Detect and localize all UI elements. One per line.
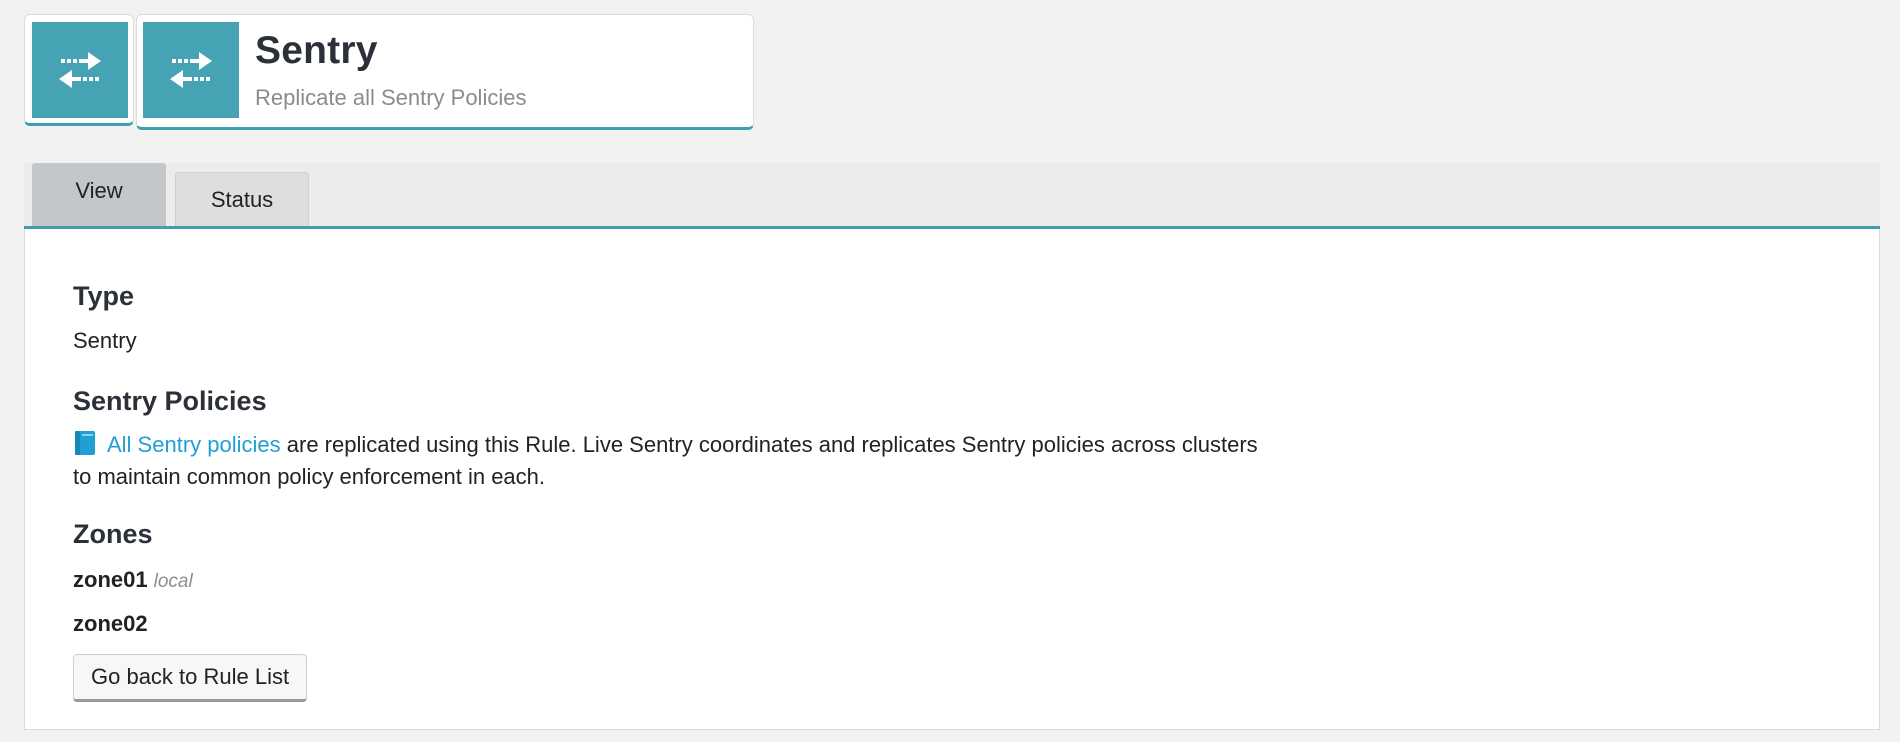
- page-subtitle: Replicate all Sentry Policies: [255, 85, 527, 110]
- zone-name: zone02: [73, 611, 148, 636]
- sentry-policies-heading: Sentry Policies: [73, 386, 267, 416]
- all-sentry-policies-link[interactable]: All Sentry policies: [107, 432, 281, 457]
- transfer-arrows-icon: [32, 22, 128, 118]
- sentry-policies-description: All Sentry policies are replicated using…: [73, 430, 1273, 491]
- page-title: Sentry: [255, 29, 378, 72]
- zone-item: zone02: [73, 611, 148, 637]
- transfer-arrows-icon: [143, 22, 239, 118]
- type-value: Sentry: [73, 328, 137, 353]
- book-icon: [73, 430, 97, 463]
- zones-heading: Zones: [73, 519, 153, 549]
- zone-name: zone01: [73, 567, 148, 592]
- tab-bar: View Status: [24, 163, 1880, 229]
- rule-type-card[interactable]: [24, 14, 134, 126]
- rule-title-card: Sentry Replicate all Sentry Policies: [136, 14, 754, 130]
- tab-view[interactable]: View: [32, 163, 166, 226]
- tab-status[interactable]: Status: [175, 172, 309, 226]
- type-heading: Type: [73, 281, 135, 311]
- zone-item: zone01 local: [73, 567, 193, 593]
- go-back-button[interactable]: Go back to Rule List: [73, 654, 308, 702]
- zone-tag: local: [153, 571, 193, 592]
- rule-details-panel: Type Sentry Sentry Policies All Sentry p…: [24, 229, 1880, 730]
